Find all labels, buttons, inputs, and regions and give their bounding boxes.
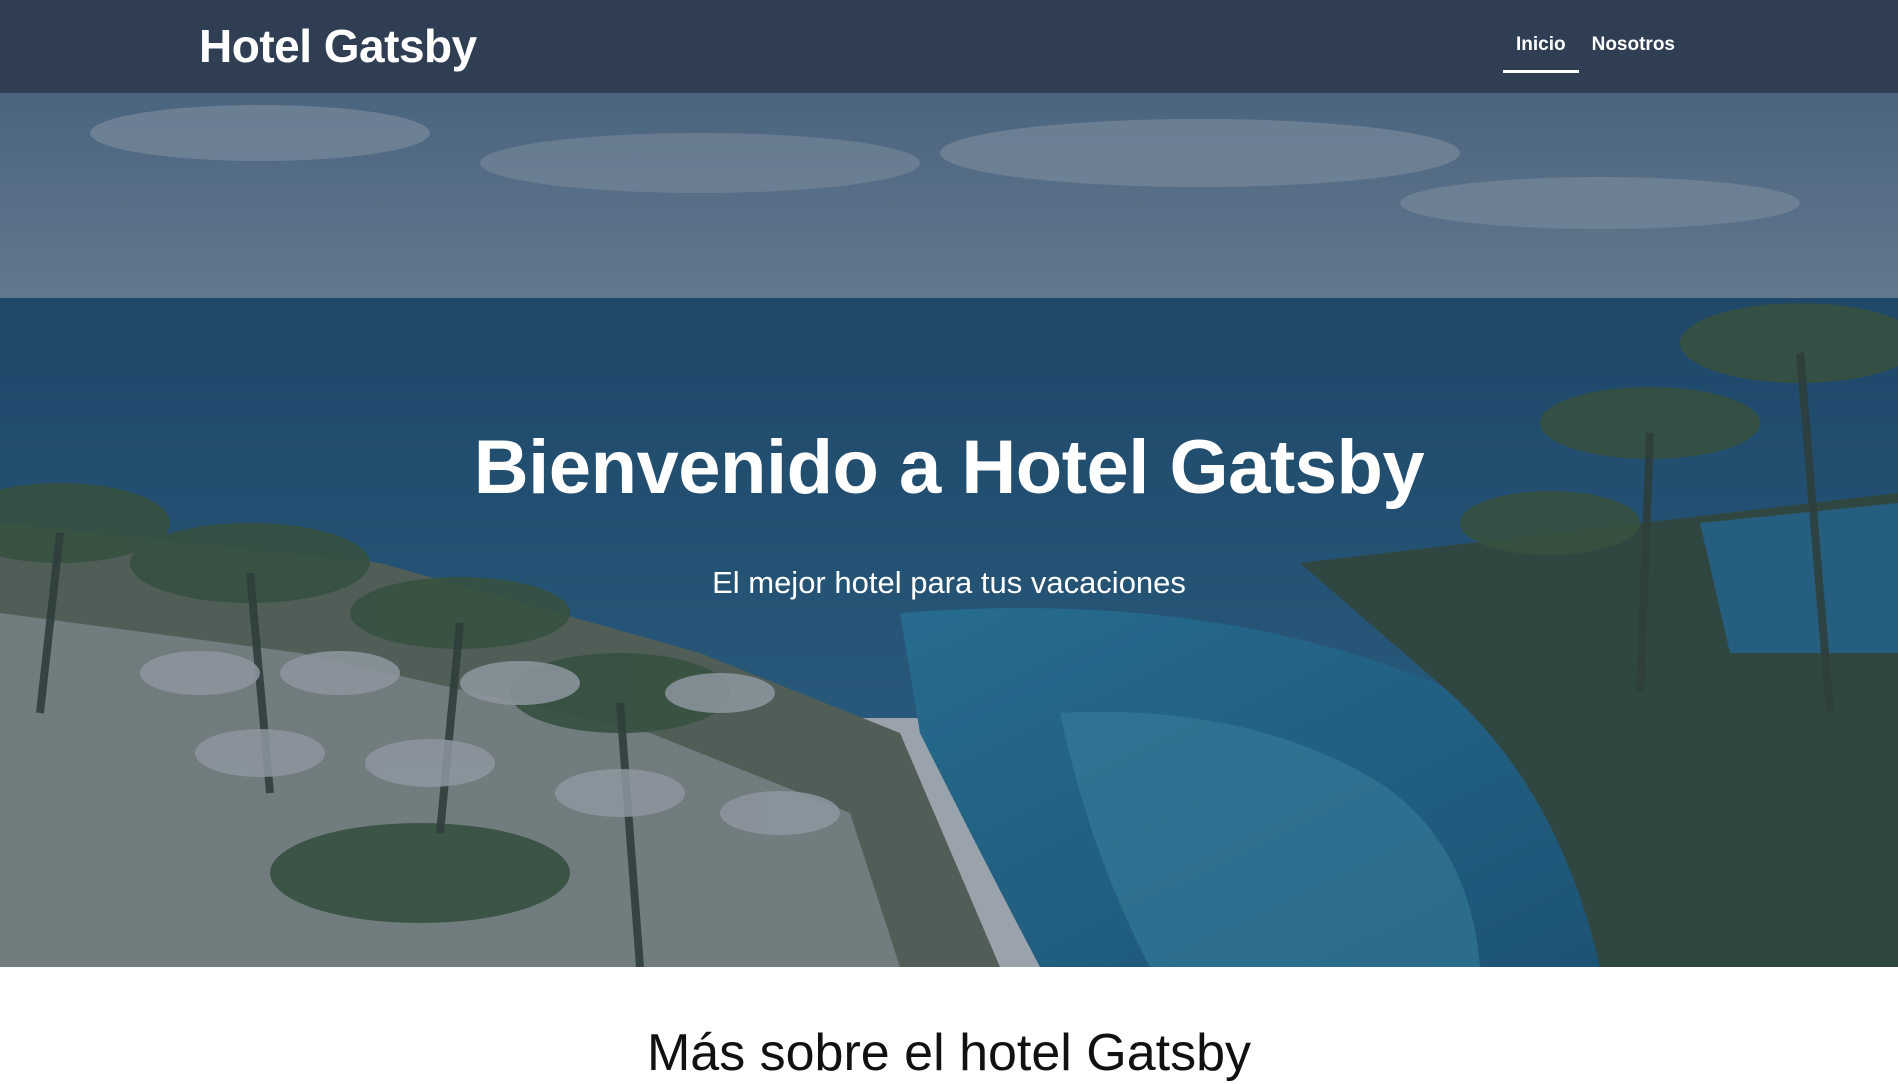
hero-subtitle: El mejor hotel para tus vacaciones [712,565,1186,600]
site-logo-link[interactable]: Hotel Gatsby [199,18,477,74]
hero-overlay [0,93,1898,967]
hero-title: Bienvenido a Hotel Gatsby [473,425,1425,510]
main-nav: Inicio Nosotros [1502,26,1688,73]
section-title: Más sobre el hotel Gatsby [646,1024,1252,1082]
nav-link-nosotros[interactable]: Nosotros [1579,26,1688,73]
site-header: Hotel Gatsby Inicio Nosotros [0,0,1898,93]
nav-link-inicio[interactable]: Inicio [1502,26,1579,73]
hero-section: Bienvenido a Hotel Gatsby El mejor hotel… [0,93,1898,967]
